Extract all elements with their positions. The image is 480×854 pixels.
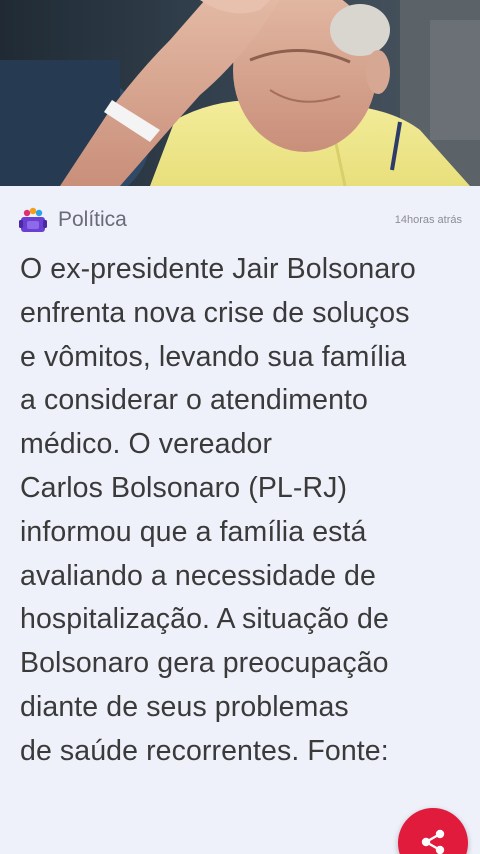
article-line: de saúde recorrentes. Fonte: [20, 734, 389, 767]
article-meta-row: Política 14horas atrás [0, 186, 480, 250]
article-line: a considerar o atendimento [20, 384, 368, 417]
share-icon [421, 829, 445, 854]
category-label[interactable]: Política [58, 206, 127, 234]
article-line: enfrenta nova crise de soluços [20, 296, 410, 329]
article-line: informou que a família está [20, 515, 367, 548]
article-line: Carlos Bolsonaro (PL-RJ) [20, 471, 348, 504]
article-line: avaliando a necessidade de [20, 559, 376, 592]
category-icon [19, 207, 47, 232]
article-line: hospitalização. A situação de [20, 603, 389, 636]
article-screen: Política 14horas atrás O ex-presidente J… [0, 0, 480, 854]
article-body: O ex-presidente Jair Bolsonaro enfrenta … [20, 248, 470, 774]
share-button[interactable] [398, 808, 468, 854]
article-line: O ex-presidente Jair Bolsonaro [20, 253, 416, 285]
timestamp: 14horas atrás [394, 214, 462, 226]
article-line: e vômitos, levando sua família [20, 340, 407, 373]
article-hero-image[interactable] [0, 0, 480, 186]
article-line: diante de seus problemas [20, 690, 349, 723]
article-line: médico. O vereador [20, 428, 273, 461]
article-line: Bolsonaro gera preocupação [20, 647, 389, 680]
